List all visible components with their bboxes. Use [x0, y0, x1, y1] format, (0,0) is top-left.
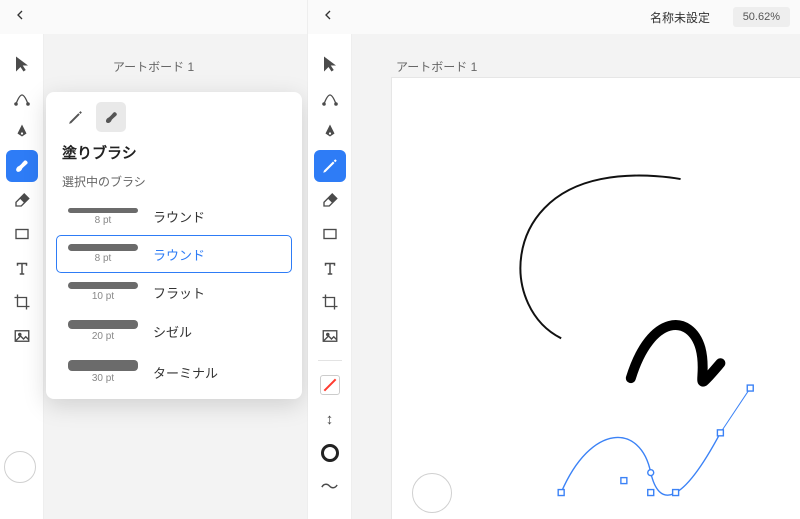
brush-row[interactable]: 8 pt ラウンド — [56, 235, 292, 273]
crop-tool[interactable] — [6, 286, 38, 318]
brush-size: 20 pt — [92, 331, 114, 342]
brush-preview: 8 pt — [67, 244, 139, 264]
artboard-surface[interactable] — [392, 78, 800, 519]
left-toolbar — [0, 34, 44, 519]
pen-curvature-tool[interactable] — [6, 82, 38, 114]
pen-curvature-tool[interactable] — [314, 82, 346, 114]
brush-preview: 30 pt — [67, 360, 139, 384]
stroke-sample-icon — [68, 282, 138, 289]
brush-name: ターミナル — [153, 363, 218, 382]
back-button[interactable] — [12, 7, 28, 28]
artboard-label: アートボード 1 — [113, 58, 194, 75]
type-tool[interactable] — [6, 252, 38, 284]
image-tool[interactable] — [6, 320, 38, 352]
eraser-tool[interactable] — [6, 184, 38, 216]
brush-row[interactable]: 10 pt フラット — [56, 273, 292, 311]
pen-tool[interactable] — [314, 116, 346, 148]
rectangle-tool[interactable] — [314, 218, 346, 250]
eraser-tool[interactable] — [314, 184, 346, 216]
image-tool[interactable] — [314, 320, 346, 352]
pencil-tab[interactable] — [60, 102, 90, 132]
tilde-icon[interactable]: 〜 — [314, 471, 346, 503]
stroke-swatch[interactable] — [314, 369, 346, 401]
brush-row[interactable]: 20 pt シゼル — [56, 311, 292, 351]
fab-circle[interactable] — [4, 451, 36, 483]
brush-size: 8 pt — [95, 215, 112, 226]
pen-tool[interactable] — [6, 116, 38, 148]
right-pane: 名称未設定 50.62% 〜 アートボード 1 — [308, 0, 800, 519]
popover-tabs — [56, 102, 292, 132]
rectangle-tool[interactable] — [6, 218, 38, 250]
left-topbar — [0, 0, 307, 34]
popover-title: 塗りブラシ — [56, 142, 292, 173]
brush-size: 30 pt — [92, 373, 114, 384]
brush-name: フラット — [153, 283, 205, 302]
brush-size: 8 pt — [95, 253, 112, 264]
popover-subtitle: 選択中のブラシ — [56, 173, 292, 198]
stroke-sample-icon — [68, 208, 138, 213]
artboard-label: アートボード 1 — [396, 58, 477, 75]
brush-popover: 塗りブラシ 選択中のブラシ 8 pt ラウンド 8 pt ラウンド — [46, 92, 302, 399]
ring-icon[interactable] — [314, 437, 346, 469]
right-canvas-area: アートボード 1 — [352, 34, 800, 519]
zoom-level[interactable]: 50.62% — [733, 7, 790, 27]
brush-row[interactable]: 30 pt ターミナル — [56, 351, 292, 393]
toolbar-separator — [318, 360, 342, 361]
brush-preview: 8 pt — [67, 208, 139, 226]
stroke-sample-icon — [68, 244, 138, 251]
right-topbar: 名称未設定 50.62% — [308, 0, 800, 34]
brush-list: 8 pt ラウンド 8 pt ラウンド 10 pt フラット — [56, 198, 292, 393]
brush-name: シゼル — [153, 322, 192, 341]
selection-tool[interactable] — [314, 48, 346, 80]
brush-preview: 20 pt — [67, 320, 139, 342]
pencil-tool[interactable] — [314, 150, 346, 182]
selection-tool[interactable] — [6, 48, 38, 80]
document-title: 名称未設定 — [650, 9, 710, 26]
blob-brush-tab[interactable] — [96, 102, 126, 132]
brush-name: ラウンド — [153, 207, 205, 226]
right-toolbar: 〜 — [308, 34, 352, 519]
crop-tool[interactable] — [314, 286, 346, 318]
back-button[interactable] — [320, 7, 336, 28]
blob-brush-tool[interactable] — [6, 150, 38, 182]
brush-row[interactable]: 8 pt ラウンド — [56, 198, 292, 235]
brush-size: 10 pt — [92, 291, 114, 302]
brush-preview: 10 pt — [67, 282, 139, 302]
artwork — [392, 78, 800, 519]
fab-circle[interactable] — [412, 473, 452, 513]
arrows-vertical-icon[interactable] — [314, 403, 346, 435]
left-pane: アートボード 1 塗りブラシ 選択中のブラシ 8 pt — [0, 0, 308, 519]
type-tool[interactable] — [314, 252, 346, 284]
stroke-sample-icon — [68, 360, 138, 371]
brush-name: ラウンド — [153, 245, 205, 264]
stroke-sample-icon — [68, 320, 138, 329]
